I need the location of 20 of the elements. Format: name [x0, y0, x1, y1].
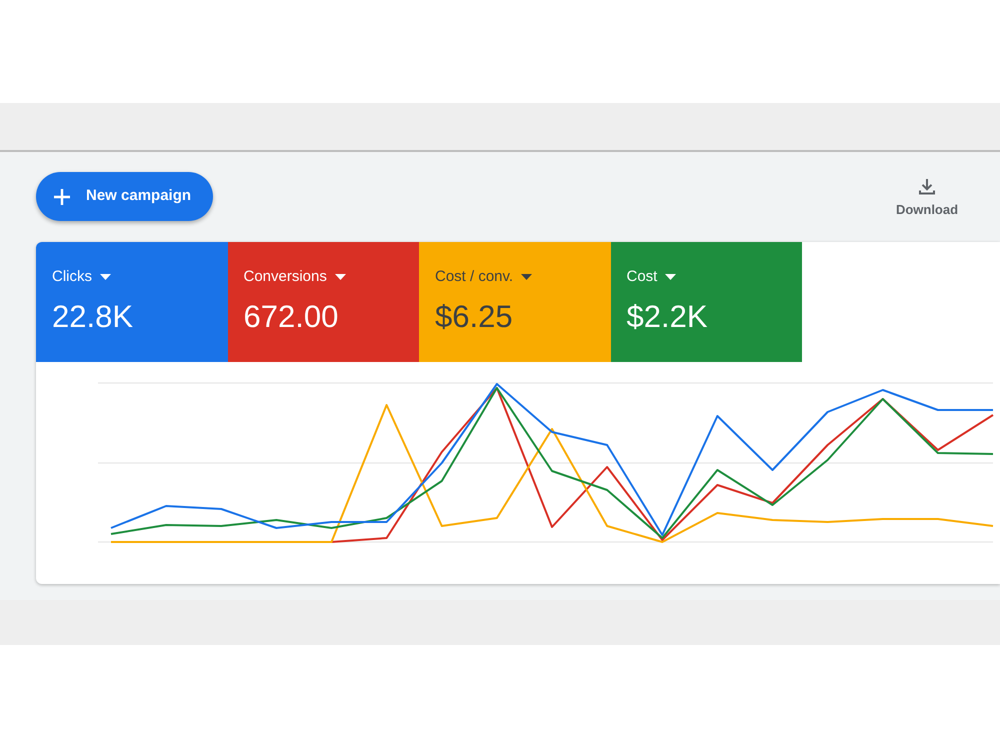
- download-icon: [919, 178, 935, 195]
- metric-value: $2.2K: [626, 298, 708, 336]
- caret-icon: [100, 274, 111, 280]
- caret-icon: [334, 274, 346, 280]
- download-button[interactable]: Download: [891, 178, 963, 220]
- plus-icon: [53, 188, 71, 206]
- metric-dropdown[interactable]: Cost: [626, 268, 676, 286]
- metric-value: 22.8K: [52, 298, 134, 336]
- metric-dropdown[interactable]: Clicks: [52, 268, 111, 286]
- metric-dropdown[interactable]: Cost / conv.: [435, 268, 532, 286]
- metric-dropdown[interactable]: Conversions: [244, 268, 346, 286]
- metric-value: 672.00: [244, 298, 338, 336]
- metric-tile[interactable]: Cost $2.2K: [610, 242, 802, 362]
- caret-icon: [521, 274, 532, 280]
- new-campaign-button[interactable]: New campaign: [36, 172, 213, 221]
- caret-icon: [665, 274, 676, 280]
- metric-tile[interactable]: Cost / conv. $6.25: [419, 242, 610, 362]
- metric-tile[interactable]: Conversions 672.00: [228, 242, 419, 362]
- metric-value: $6.25: [435, 298, 513, 336]
- metric-tile[interactable]: Clicks 22.8K: [36, 242, 228, 362]
